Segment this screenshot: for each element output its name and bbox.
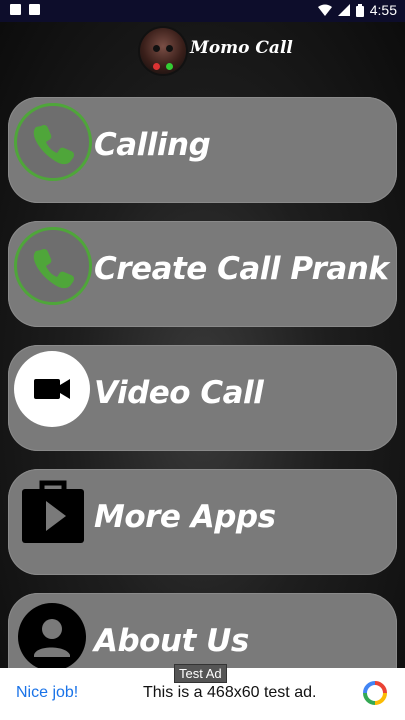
- ad-nice-text[interactable]: Nice job!: [16, 684, 78, 702]
- app-header: Momo Call: [0, 22, 405, 80]
- video-camera-icon: [34, 379, 70, 399]
- image-notification-icon: [29, 4, 40, 15]
- ad-banner[interactable]: Test Ad Nice job! This is a 468x60 test …: [0, 664, 405, 720]
- app-title: Momo Call: [190, 38, 293, 58]
- video-call-label: Video Call: [94, 375, 264, 411]
- create-call-prank-button[interactable]: Create Call Prank: [8, 221, 397, 327]
- more-apps-button[interactable]: More Apps: [8, 469, 397, 575]
- ad-description[interactable]: This is a 468x60 test ad.: [143, 684, 316, 702]
- calling-icon-circle: [14, 103, 92, 181]
- create-call-prank-icon-circle: [14, 227, 92, 305]
- wifi-icon: [317, 4, 332, 16]
- momo-avatar: [140, 28, 186, 74]
- phone-icon: [33, 248, 75, 289]
- test-ad-tag: Test Ad: [174, 664, 227, 683]
- video-call-icon-circle: [14, 351, 90, 427]
- play-store-bag-icon: [22, 480, 84, 543]
- person-icon: [18, 603, 86, 671]
- calling-label: Calling: [94, 127, 211, 163]
- more-apps-label: More Apps: [94, 499, 276, 535]
- about-us-label: About Us: [94, 623, 249, 659]
- phone-icon: [33, 124, 75, 165]
- status-time: 4:55: [369, 2, 397, 18]
- video-call-button[interactable]: Video Call: [8, 345, 397, 451]
- notification-icon: [10, 4, 21, 15]
- battery-icon: [355, 3, 364, 17]
- create-call-prank-label: Create Call Prank: [94, 251, 389, 287]
- signal-icon: [337, 4, 350, 16]
- status-bar: 4:55: [0, 0, 405, 22]
- ad-logo-icon[interactable]: [362, 680, 388, 706]
- calling-button[interactable]: Calling: [8, 97, 397, 203]
